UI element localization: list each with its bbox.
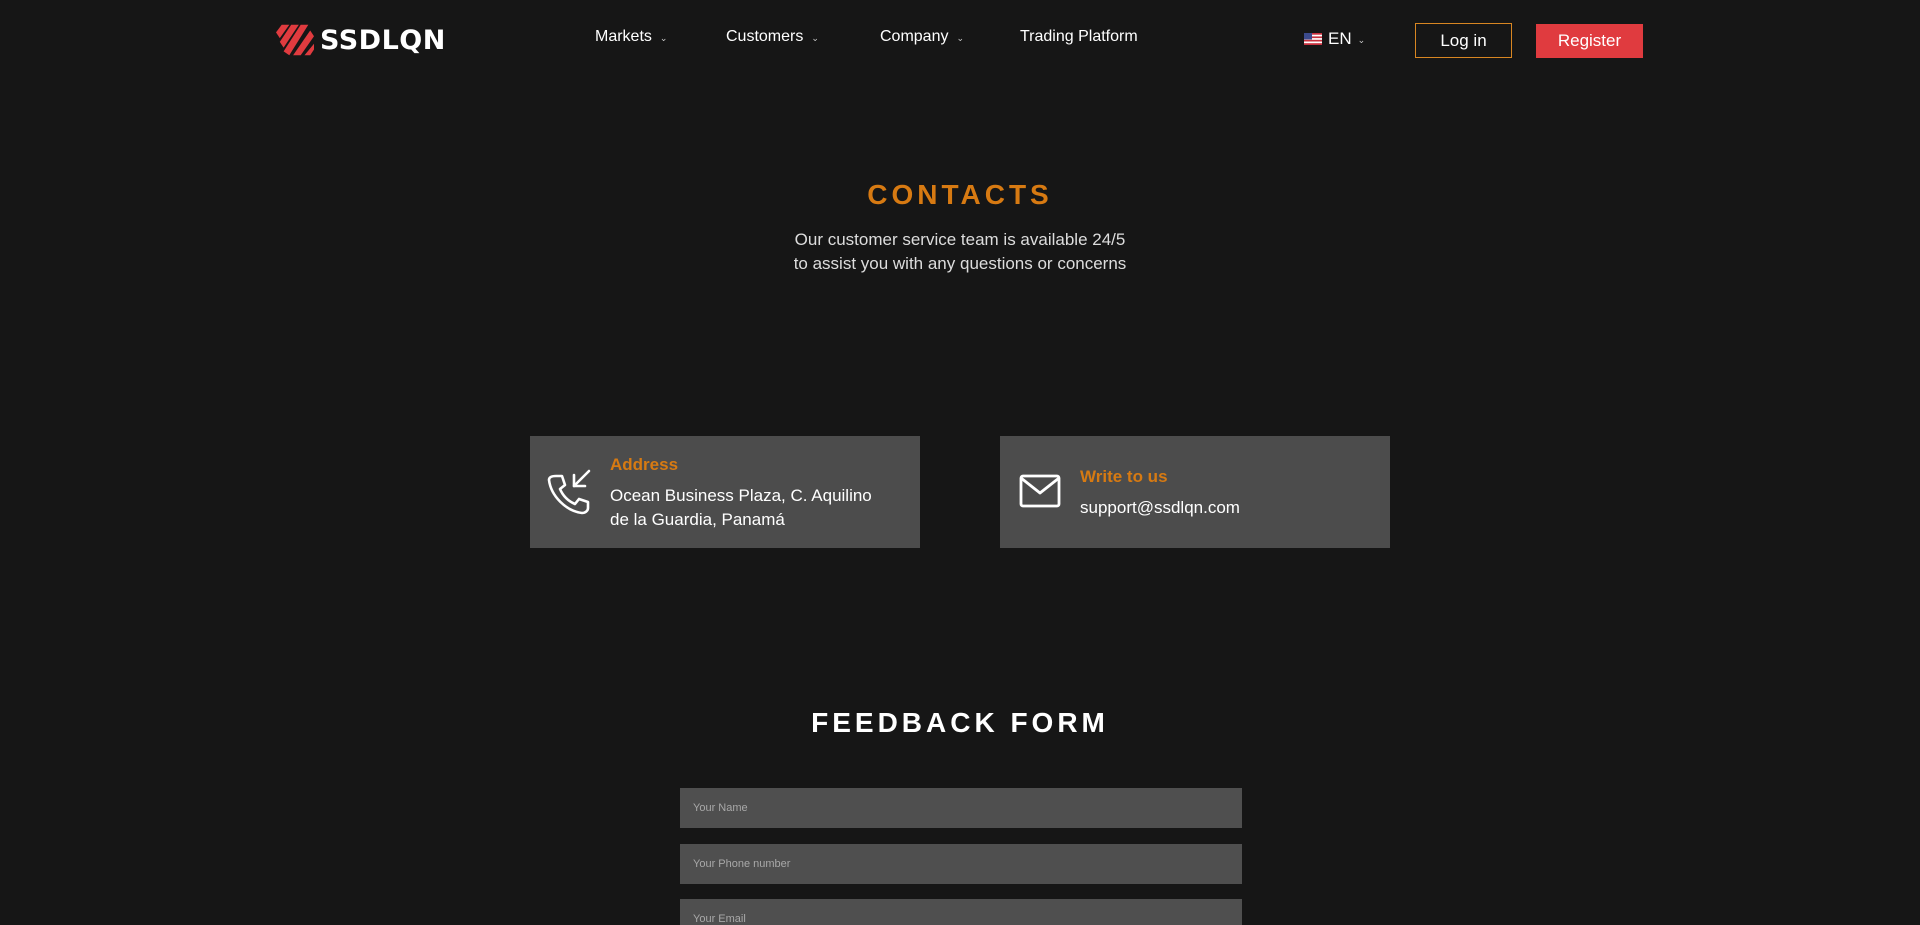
write-to-us-card: Write to us support@ssdlqn.com [1000, 436, 1390, 548]
nav-trading-platform[interactable]: Trading Platform [1020, 28, 1138, 46]
name-input[interactable] [680, 788, 1242, 828]
nav-company-label: Company [880, 28, 949, 45]
write-to-us-label: Write to us [1080, 467, 1168, 486]
nav-company[interactable]: Company ⌄ [880, 28, 964, 46]
login-button[interactable]: Log in [1415, 23, 1512, 58]
support-email-link[interactable]: support@ssdlqn.com [1080, 496, 1240, 520]
logo-icon [276, 24, 314, 56]
feedback-form-title: FEEDBACK FORM [811, 707, 1109, 738]
contacts-subtitle: Our customer service team is available 2… [0, 228, 1920, 276]
us-flag-icon [1304, 33, 1322, 45]
contacts-subtitle-line1: Our customer service team is available 2… [794, 230, 1126, 249]
language-selector[interactable]: EN ⌄ [1304, 29, 1365, 49]
nav-markets-label: Markets [595, 28, 652, 45]
site-header: SSDLQN Markets ⌄ Customers ⌄ Company ⌄ T… [0, 0, 1920, 80]
address-line2: de la Guardia, Panamá [610, 510, 785, 529]
contacts-subtitle-line2: to assist you with any questions or conc… [793, 254, 1127, 273]
address-card: Address Ocean Business Plaza, C. Aquilin… [530, 436, 920, 548]
contacts-title: CONTACTS [867, 179, 1053, 210]
mail-icon [1019, 474, 1061, 508]
chevron-down-icon: ⌄ [1357, 34, 1366, 45]
email-input[interactable] [680, 899, 1242, 925]
logo-text: SSDLQN [320, 24, 446, 56]
nav-customers-label: Customers [726, 28, 804, 45]
phone-input[interactable] [680, 844, 1242, 884]
language-label: EN [1328, 29, 1352, 48]
register-button[interactable]: Register [1536, 24, 1643, 58]
address-label: Address [610, 455, 679, 474]
chevron-down-icon: ⌄ [659, 32, 668, 43]
nav-customers[interactable]: Customers ⌄ [726, 28, 819, 46]
logo[interactable]: SSDLQN [276, 20, 446, 60]
chevron-down-icon: ⌄ [811, 32, 819, 43]
address-line1: Ocean Business Plaza, C. Aquilino [610, 486, 872, 505]
page: SSDLQN Markets ⌄ Customers ⌄ Company ⌄ T… [0, 0, 1920, 925]
phone-incoming-icon [547, 469, 591, 515]
nav-trading-platform-label: Trading Platform [1020, 28, 1138, 45]
nav-markets[interactable]: Markets ⌄ [595, 28, 667, 46]
chevron-down-icon: ⌄ [956, 32, 965, 43]
address-value: Ocean Business Plaza, C. Aquilino de la … [610, 484, 872, 532]
